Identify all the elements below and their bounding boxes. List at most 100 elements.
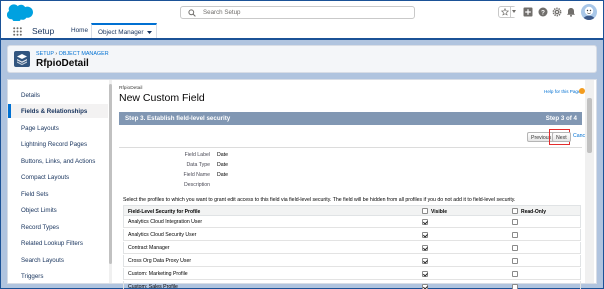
table-row: Custom: Marketing Profile — [123, 268, 581, 280]
table-row: Analytics Cloud Integration User — [123, 216, 581, 228]
sidebar-item-page-layouts[interactable]: Page Layouts — [8, 121, 108, 135]
read-only-checkbox[interactable] — [512, 258, 518, 264]
sidebar-item-label: Search Layouts — [21, 257, 64, 264]
sidebar-item-label: Object Limits — [21, 207, 57, 214]
svg-text:?: ? — [541, 9, 545, 16]
profile-name: Contract Manager — [128, 245, 170, 251]
add-icon[interactable] — [523, 7, 533, 17]
sidebar: Details Fields & Relationships Page Layo… — [8, 80, 112, 283]
field-name-label: Field Name — [183, 172, 210, 178]
select-all-visible-checkbox[interactable] — [422, 208, 428, 214]
col-header-visible: Visible — [431, 209, 448, 215]
profile-name: Cross Org Data Proxy User — [128, 258, 192, 264]
profile-name: Custom: Marketing Profile — [128, 271, 188, 277]
notifications-bell-icon[interactable] — [566, 7, 576, 17]
sidebar-item-record-types[interactable]: Record Types — [8, 220, 108, 234]
select-all-read-only-checkbox[interactable] — [512, 208, 518, 214]
section-title: New Custom Field — [119, 92, 205, 104]
content-area: Details Fields & Relationships Page Layo… — [7, 79, 597, 289]
sidebar-item-buttons-links-actions[interactable]: Buttons, Links, and Actions — [8, 154, 108, 168]
sidebar-item-object-limits[interactable]: Object Limits — [8, 203, 108, 217]
app-nav-bar: Setup Home Object Manager — [1, 23, 603, 40]
sidebar-item-search-layouts[interactable]: Search Layouts — [8, 253, 108, 267]
favorites-button[interactable] — [498, 6, 516, 18]
sidebar-item-compact-layouts[interactable]: Compact Layouts — [8, 170, 108, 184]
layers-icon — [17, 54, 27, 66]
app-launcher-icon[interactable] — [13, 27, 22, 36]
page-title: RfpioDetail — [36, 58, 89, 69]
divider — [119, 147, 582, 148]
read-only-checkbox[interactable] — [512, 219, 518, 225]
next-button[interactable]: Next — [552, 132, 571, 142]
table-row: Analytics Cloud Security User — [123, 229, 581, 241]
tab-home[interactable]: Home — [65, 23, 94, 38]
breadcrumb-object-manager[interactable]: OBJECT MANAGER — [59, 51, 109, 57]
field-label-value: Date — [217, 152, 228, 158]
breadcrumb-setup[interactable]: SETUP — [36, 51, 54, 57]
tab-object-manager-label: Object Manager — [98, 29, 144, 36]
sidebar-item-lightning-record-pages[interactable]: Lightning Record Pages — [8, 137, 108, 151]
main-scrollbar-thumb[interactable] — [587, 98, 592, 153]
sidebar-item-label: Page Layouts — [21, 125, 59, 132]
chevron-down-icon[interactable] — [147, 31, 152, 34]
object-icon — [14, 51, 30, 67]
sidebar-item-label: Related Lookup Filters — [21, 240, 83, 247]
sidebar-item-label: Field Sets — [21, 191, 49, 198]
main-scrollbar[interactable] — [585, 80, 594, 283]
search-input[interactable]: Search Setup — [180, 6, 415, 19]
tab-object-manager[interactable]: Object Manager — [91, 23, 157, 38]
breadcrumb: SETUP › OBJECT MANAGER — [36, 51, 109, 57]
gear-icon[interactable] — [552, 7, 562, 17]
help-link[interactable]: Help for this Page — [544, 89, 581, 94]
sidebar-item-fields-relationships[interactable]: Fields & Relationships — [8, 104, 108, 118]
star-icon — [501, 8, 509, 16]
main-panel: RfpioDetail New Custom Field Help for th… — [116, 80, 594, 289]
user-avatar[interactable] — [581, 4, 597, 20]
profile-name: Analytics Cloud Security User — [128, 232, 197, 238]
table-row: Contract Manager — [123, 242, 581, 254]
salesforce-logo-icon[interactable] — [7, 4, 33, 21]
read-only-checkbox[interactable] — [512, 232, 518, 238]
table-row: Custom: Sales Profile — [123, 281, 581, 289]
favorites-dropdown[interactable] — [510, 7, 516, 17]
sidebar-item-label: Lightning Record Pages — [21, 141, 88, 148]
table-row: Cross Org Data Proxy User — [123, 255, 581, 267]
visible-checkbox[interactable] — [422, 245, 428, 251]
help-icon[interactable]: ? — [538, 7, 548, 17]
field-name-value: Date — [217, 172, 228, 178]
table-header: Field-Level Security for Profile Visible… — [123, 205, 581, 216]
sidebar-item-label: Fields & Relationships — [21, 108, 88, 115]
chevron-down-icon — [512, 10, 516, 13]
step-header: Step 3. Establish field-level security S… — [119, 112, 582, 125]
search-icon — [188, 9, 196, 17]
sidebar-item-label: Buttons, Links, and Actions — [21, 158, 96, 165]
col-header-read-only: Read-Only — [521, 209, 547, 215]
field-label-label: Field Label — [184, 152, 210, 158]
read-only-checkbox[interactable] — [512, 284, 518, 289]
sidebar-item-label: Details — [21, 92, 40, 99]
sidebar-scrollbar-thumb[interactable] — [109, 84, 112, 264]
visible-checkbox[interactable] — [422, 232, 428, 238]
profile-name: Custom: Sales Profile — [128, 284, 178, 289]
sidebar-item-related-lookup-filters[interactable]: Related Lookup Filters — [8, 236, 108, 250]
visible-checkbox[interactable] — [422, 271, 428, 277]
profile-name: Analytics Cloud Integration User — [128, 219, 203, 225]
read-only-checkbox[interactable] — [512, 245, 518, 251]
app-name: Setup — [32, 26, 55, 36]
sidebar-item-details[interactable]: Details — [8, 88, 108, 102]
sidebar-scrollbar[interactable] — [109, 80, 112, 283]
step-count: Step 3 of 4 — [545, 115, 577, 122]
sidebar-item-field-sets[interactable]: Field Sets — [8, 187, 108, 201]
visible-checkbox[interactable] — [422, 284, 428, 289]
global-header: Search Setup ? — [1, 1, 603, 23]
description-label: Description — [184, 182, 210, 188]
object-context-label: RfpioDetail — [119, 86, 143, 91]
read-only-checkbox[interactable] — [512, 271, 518, 277]
sidebar-item-triggers[interactable]: Triggers — [8, 269, 108, 283]
sidebar-item-label: Record Types — [21, 224, 60, 231]
visible-checkbox[interactable] — [422, 258, 428, 264]
instructions-text: Select the profiles to which you want to… — [123, 197, 516, 203]
visible-checkbox[interactable] — [422, 219, 428, 225]
data-type-label: Data Type — [186, 162, 210, 168]
search-placeholder: Search Setup — [203, 9, 241, 16]
